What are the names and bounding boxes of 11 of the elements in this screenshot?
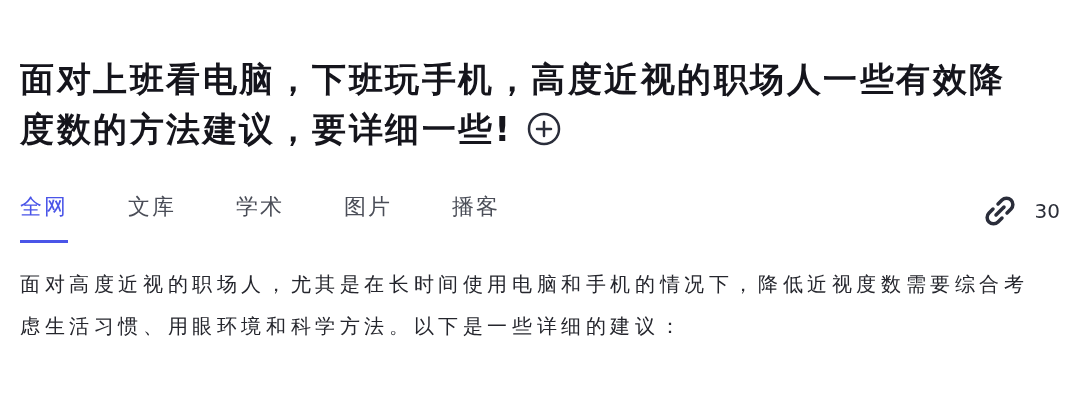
tab[interactable]: 播客 (452, 192, 500, 243)
link-icon[interactable] (982, 194, 1017, 228)
source-count: 30 (1034, 199, 1060, 223)
question-title-line: 面对上班看电脑，下班玩手机，高度近视的职场人一些有效降 (20, 58, 1006, 101)
tab[interactable]: 全网 (20, 192, 68, 243)
add-icon[interactable] (526, 112, 561, 146)
question-title-line: 度数的方法建议，要详细一些! (20, 108, 513, 151)
tab[interactable]: 文库 (128, 192, 176, 243)
tab[interactable]: 学术 (236, 192, 284, 243)
answer-paragraph: 面对高度近视的职场人，尤其是在长时间使用电脑和手机的情况下，降低近视度数需要综合考虑生活习惯、用眼环境和科学方法。以下是一些详细的建议： (20, 271, 1030, 340)
tab[interactable]: 图片 (344, 192, 392, 243)
